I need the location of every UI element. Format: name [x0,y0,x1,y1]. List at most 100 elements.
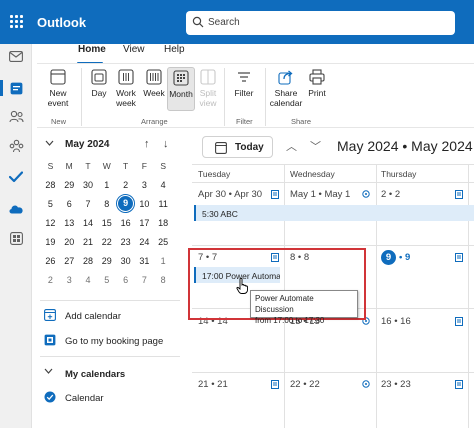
note-icon[interactable] [455,253,463,262]
todo-check-icon[interactable] [8,169,24,185]
mini-day[interactable]: 1 [154,256,173,266]
tab-view[interactable]: View [123,44,145,55]
print-button[interactable]: Print [305,69,329,98]
day-cell-label[interactable]: 23 • 23 [381,379,411,390]
day-view-button[interactable]: Day [87,69,111,98]
note-icon[interactable] [455,380,463,389]
filter-button[interactable]: Filter [231,69,257,98]
mini-day[interactable]: 28 [41,180,60,190]
mini-day[interactable]: 21 [79,237,98,247]
note-icon[interactable] [271,380,279,389]
new-event-button[interactable]: New event [43,69,73,108]
mini-day[interactable]: 10 [135,199,154,209]
note-icon[interactable] [271,190,279,199]
calendar-checked-icon[interactable] [44,391,56,403]
mini-day[interactable]: 4 [79,275,98,285]
mini-day[interactable]: 8 [154,275,173,285]
mail-icon[interactable] [8,48,24,64]
mini-prev-month-button[interactable]: ↑ [144,138,150,150]
month-view-button[interactable]: Month [167,67,195,111]
calendar-icon[interactable] [8,80,24,96]
my-calendars-header[interactable]: My calendars [65,369,125,380]
day-cell-label[interactable]: 7 • 7 [198,252,217,263]
mini-day[interactable]: 2 [116,180,135,190]
tab-home[interactable]: Home [78,44,106,55]
location-pin-icon[interactable] [362,317,370,326]
mini-day[interactable]: 3 [60,275,79,285]
mini-day[interactable]: 6 [116,275,135,285]
mini-day[interactable]: 25 [154,237,173,247]
mini-day[interactable]: 11 [154,199,173,209]
share-calendar-button[interactable]: Share calendar [269,69,303,108]
mini-day[interactable]: 17 [135,218,154,228]
day-cell-label[interactable]: 16 • 16 [381,316,411,327]
mini-day[interactable]: 29 [97,256,116,266]
mini-day[interactable]: 30 [116,256,135,266]
mini-day[interactable]: 26 [41,256,60,266]
mini-day[interactable]: 5 [41,199,60,209]
mini-day[interactable]: 8 [97,199,116,209]
mini-day[interactable]: 15 [97,218,116,228]
mini-day[interactable]: 4 [154,180,173,190]
mini-day[interactable]: 27 [60,256,79,266]
prev-month-button[interactable]: ︿ [286,138,297,154]
today-cell-label[interactable]: 9 • 9 [381,250,410,265]
event-abc[interactable]: 5:30 ABC [194,205,474,221]
mini-day[interactable]: 29 [60,180,79,190]
work-week-button[interactable]: Work week [113,69,139,108]
search-box[interactable]: Search [186,11,455,35]
add-calendar-link[interactable]: Add calendar [65,311,121,322]
booking-page-link[interactable]: Go to my booking page [65,336,163,347]
calendar-item[interactable]: Calendar [65,393,104,404]
app-launcher-icon[interactable] [10,15,23,28]
day-cell-label[interactable]: 2 • 2 [381,189,400,200]
location-pin-icon[interactable] [362,190,370,199]
tab-help[interactable]: Help [164,44,185,55]
mini-day[interactable]: 1 [97,180,116,190]
mini-day[interactable]: 6 [60,199,79,209]
today-button[interactable]: Today [202,136,273,158]
mini-day[interactable]: 19 [41,237,60,247]
mini-day[interactable]: 20 [60,237,79,247]
mini-day[interactable]: 30 [79,180,98,190]
people-icon[interactable] [8,108,24,124]
mini-next-month-button[interactable]: ↓ [163,138,169,150]
note-icon[interactable] [271,253,279,262]
day-cell-label[interactable]: Apr 30 • Apr 30 [198,189,262,200]
day-cell-label[interactable]: 21 • 21 [198,379,228,390]
mini-day[interactable]: 31 [135,256,154,266]
mini-day[interactable]: 24 [135,237,154,247]
mini-day[interactable]: 28 [79,256,98,266]
app-name[interactable]: Outlook [37,15,86,30]
split-view-button[interactable]: Split view [196,69,220,108]
mini-day[interactable]: 7 [79,199,98,209]
week-view-button[interactable]: Week [141,69,167,98]
chevron-down-icon[interactable] [45,140,54,146]
month-title[interactable]: May 2024 • May 2024 [337,138,473,154]
location-pin-icon[interactable] [362,380,370,389]
more-apps-icon[interactable] [8,230,24,246]
search-input[interactable]: Search [208,17,240,28]
mini-day[interactable]: 3 [135,180,154,190]
onedrive-cloud-icon[interactable] [8,200,24,216]
day-cell-label[interactable]: 14 • 14 [198,316,228,327]
mini-day[interactable]: 7 [135,275,154,285]
day-cell-label[interactable]: May 1 • May 1 [290,189,350,200]
mini-day[interactable]: 16 [116,218,135,228]
note-icon[interactable] [455,317,463,326]
mini-day[interactable]: 23 [116,237,135,247]
note-icon[interactable] [455,190,463,199]
next-month-button[interactable]: ﹀ [310,138,321,154]
mini-day[interactable]: 18 [154,218,173,228]
mini-day[interactable]: 14 [79,218,98,228]
chevron-down-icon[interactable] [44,368,53,374]
groups-icon[interactable] [8,138,24,154]
day-cell-label[interactable]: 8 • 8 [290,252,309,263]
mini-day[interactable]: 22 [97,237,116,247]
mini-day-today[interactable]: 9 [116,194,136,213]
mini-day[interactable]: 2 [41,275,60,285]
mini-day[interactable]: 13 [60,218,79,228]
day-cell-label[interactable]: 22 • 22 [290,379,320,390]
mini-day[interactable]: 12 [41,218,60,228]
mini-calendar-title[interactable]: May 2024 [65,139,109,150]
